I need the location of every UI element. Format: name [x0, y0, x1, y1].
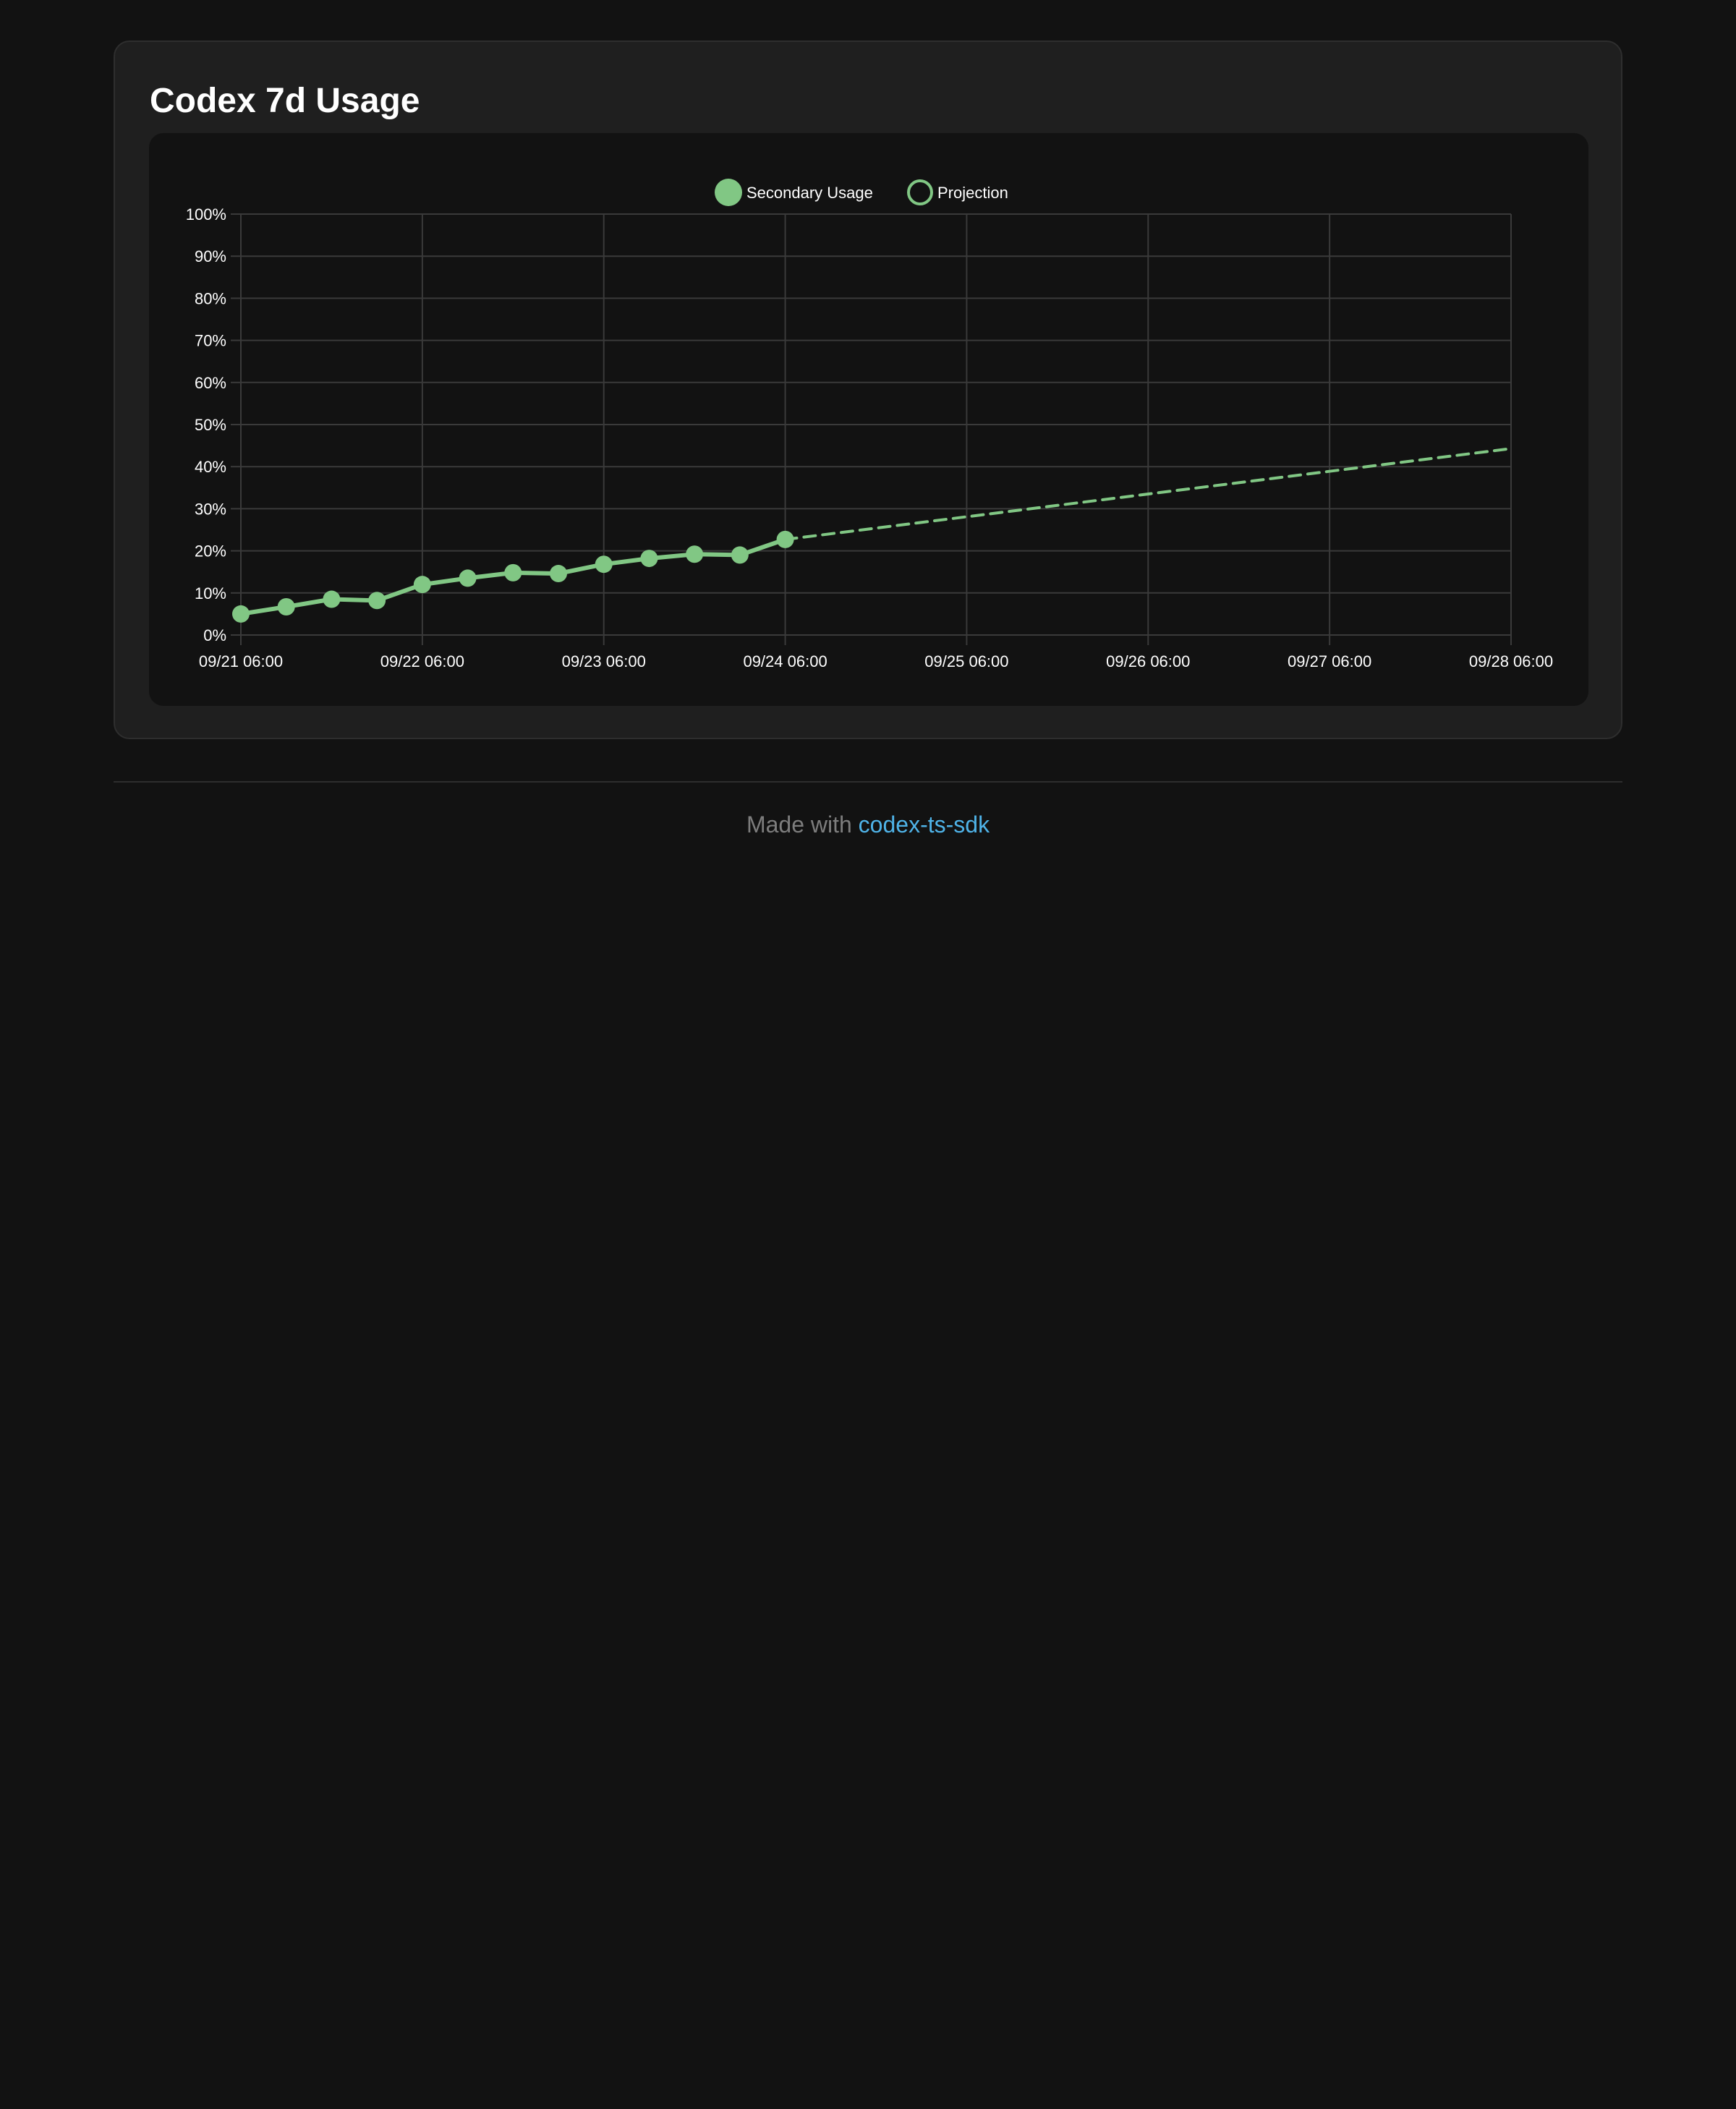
data-point [686, 545, 704, 563]
data-point [323, 590, 341, 608]
footer-link[interactable]: codex-ts-sdk [859, 811, 990, 838]
data-point [459, 569, 477, 587]
y-tick-label: 10% [195, 584, 226, 602]
x-tick-label: 09/25 06:00 [924, 652, 1008, 670]
usage-card: Codex 7d Usage 0% 10% 20% 30% 40% 50% 60% 70% 80… [114, 41, 1622, 739]
y-tick-label: 60% [195, 374, 226, 392]
legend-label-secondary-usage: Secondary Usage [746, 184, 873, 202]
y-tick-label: 100% [186, 205, 226, 223]
footer: Made with codex-ts-sdk [0, 809, 1736, 840]
x-tick-label: 09/28 06:00 [1469, 652, 1553, 670]
x-tick-label: 09/22 06:00 [380, 652, 464, 670]
x-tick-label: 09/24 06:00 [743, 652, 827, 670]
legend-label-projection: Projection [937, 184, 1008, 202]
card-title: Codex 7d Usage [150, 82, 420, 120]
y-tick-label: 30% [195, 500, 226, 518]
footer-divider [114, 781, 1622, 783]
data-point [731, 546, 749, 564]
y-tick-label: 80% [195, 289, 226, 307]
usage-line-chart: 0% 10% 20% 30% 40% 50% 60% 70% 80% 90% 100% 09/21 0… [186, 179, 1553, 670]
data-point [640, 550, 658, 568]
x-tick-label: 09/27 06:00 [1288, 652, 1371, 670]
data-point [550, 565, 567, 583]
y-tick-label: 50% [195, 416, 226, 434]
y-tick-label: 0% [203, 626, 226, 644]
y-tick-label: 90% [195, 247, 226, 265]
data-point [368, 592, 386, 610]
x-tick-label: 09/23 06:00 [562, 652, 646, 670]
y-tick-label: 70% [195, 332, 226, 350]
data-point [504, 563, 522, 581]
y-tick-label: 20% [195, 542, 226, 561]
legend-marker-projection [907, 179, 933, 205]
data-point [277, 598, 295, 616]
y-tick-label: 40% [195, 458, 226, 476]
x-tick-label: 09/26 06:00 [1106, 652, 1190, 670]
footer-prefix: Made with [746, 811, 859, 838]
x-tick-label: 09/21 06:00 [199, 652, 283, 670]
data-point [413, 576, 431, 594]
data-point [232, 605, 250, 623]
chart-panel: 0% 10% 20% 30% 40% 50% 60% 70% 80% 90% 100% 09/21 0… [149, 133, 1588, 706]
data-point [595, 555, 613, 574]
page: { "card": { "title": "Codex 7d Usage" },… [0, 0, 1736, 2109]
legend-marker-secondary-usage [715, 179, 742, 206]
